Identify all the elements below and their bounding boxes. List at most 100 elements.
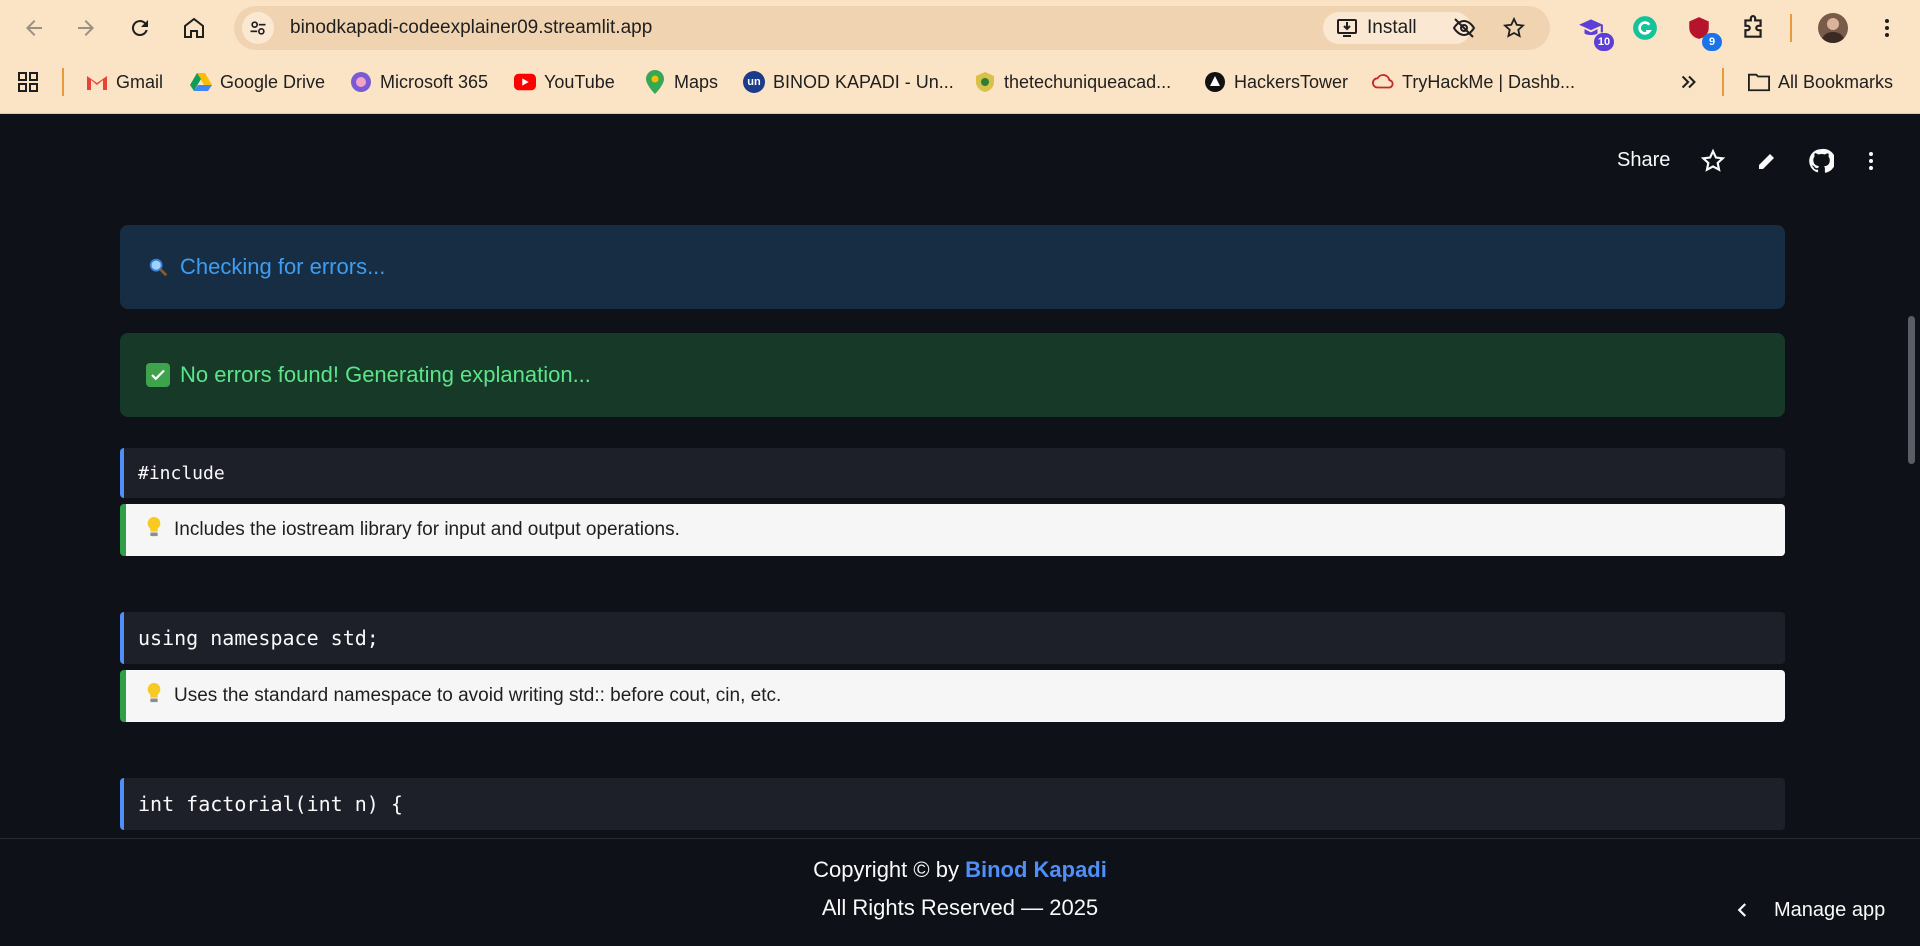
code-line-2: using namespace std;	[120, 612, 1785, 664]
drive-icon	[190, 71, 212, 93]
shield-badge: 9	[1702, 33, 1722, 51]
bookmark-maps[interactable]: Maps	[644, 68, 718, 96]
home-button[interactable]	[178, 12, 210, 44]
more-vert-icon	[1869, 152, 1873, 170]
bookmark-youtube[interactable]: YouTube	[514, 68, 615, 96]
address-bar[interactable]: binodkapadi-codeexplainer09.streamlit.ap…	[234, 6, 1550, 50]
m365-icon	[350, 71, 372, 93]
info-message: Checking for errors...	[180, 254, 386, 279]
tryhackme-icon	[1372, 71, 1394, 93]
apps-grid-icon	[18, 72, 38, 92]
manage-app-label: Manage app	[1774, 898, 1886, 921]
code-line-1: #include	[120, 448, 1785, 498]
app-footer: Copyright © by Binod Kapadi All Rights R…	[0, 838, 1920, 946]
explanation-text: Uses the standard namespace to avoid wri…	[174, 685, 782, 706]
grammarly-icon	[1633, 16, 1657, 40]
bookmark-label: thetechuniqueacad...	[1004, 71, 1172, 92]
success-message: No errors found! Generating explanation.…	[180, 362, 591, 387]
bookmark-label: BINOD KAPADI - Un...	[773, 71, 954, 92]
eye-off-icon[interactable]	[1452, 16, 1476, 40]
explanation-text: Includes the iostream library for input …	[174, 519, 680, 540]
browser-menu-button[interactable]	[1872, 13, 1902, 43]
profile-avatar[interactable]	[1818, 13, 1848, 43]
hackerstower-icon	[1204, 71, 1226, 93]
folder-icon	[1748, 71, 1770, 93]
academy-icon	[974, 71, 996, 93]
site-info-button[interactable]	[242, 12, 274, 44]
favorite-button[interactable]	[1700, 148, 1726, 174]
star-icon	[1700, 148, 1726, 172]
github-button[interactable]	[1808, 148, 1834, 174]
extensions-button[interactable]	[1738, 13, 1768, 43]
classroom-extension-button[interactable]: 10	[1576, 13, 1614, 51]
copyright-line: Copyright © by Binod Kapadi	[0, 857, 1920, 883]
explanation-1: Includes the iostream library for input …	[120, 504, 1785, 556]
bookmark-techunique[interactable]: thetechuniqueacad...	[974, 68, 1171, 96]
edit-button[interactable]	[1754, 148, 1780, 174]
app-menu-button[interactable]	[1858, 148, 1884, 174]
install-app-button[interactable]: Install	[1323, 12, 1471, 44]
bookmark-label: Microsoft 365	[380, 71, 489, 92]
bookmark-microsoft-365[interactable]: Microsoft 365	[350, 68, 488, 96]
bookmark-star-icon[interactable]	[1502, 16, 1526, 40]
puzzle-icon	[1744, 15, 1762, 38]
bookmark-label: Google Drive	[220, 71, 326, 92]
maps-icon	[644, 70, 666, 94]
pencil-icon	[1759, 154, 1774, 169]
toolbar-separator	[1790, 14, 1792, 42]
code-text: #include	[138, 462, 225, 484]
grammarly-extension-button[interactable]	[1630, 13, 1660, 43]
bookmarks-bar: Gmail Google Drive Microsoft 365 YouTube…	[0, 62, 1920, 102]
forward-button[interactable]	[70, 12, 102, 44]
reload-icon	[131, 20, 148, 37]
bookmark-label: HackersTower	[1234, 71, 1349, 92]
more-vert-icon	[1885, 19, 1889, 37]
manage-app-button[interactable]: Manage app	[1698, 880, 1920, 940]
bookmark-binod-kapadi[interactable]: un BINOD KAPADI - Un...	[743, 68, 954, 96]
bookmark-hackerstower[interactable]: HackersTower	[1204, 68, 1348, 96]
apps-button[interactable]	[16, 68, 40, 96]
success-alert: No errors found! Generating explanation.…	[120, 333, 1785, 417]
bookmark-label: YouTube	[544, 71, 615, 92]
shield-extension-button[interactable]: 9	[1684, 13, 1722, 51]
bookmark-label: Maps	[674, 71, 719, 92]
all-bookmarks-button[interactable]: All Bookmarks	[1748, 68, 1893, 96]
url-text[interactable]: binodkapadi-codeexplainer09.streamlit.ap…	[290, 6, 652, 50]
page-scrollbar[interactable]	[1908, 316, 1915, 464]
forward-arrow-icon	[78, 20, 94, 36]
author-link[interactable]: Binod Kapadi	[965, 857, 1107, 882]
browser-toolbar: binodkapadi-codeexplainer09.streamlit.ap…	[0, 0, 1920, 56]
bookmark-google-drive[interactable]: Google Drive	[190, 68, 325, 96]
magnifier-icon	[146, 255, 170, 279]
reload-button[interactable]	[124, 12, 156, 44]
rights-line: All Rights Reserved — 2025	[821, 895, 1099, 920]
all-bookmarks-label: All Bookmarks	[1778, 71, 1894, 92]
youtube-icon	[514, 71, 536, 93]
bookmark-label: TryHackMe | Dashb...	[1402, 71, 1576, 92]
share-button[interactable]: Share	[1617, 136, 1670, 184]
bookmark-label: Gmail	[116, 71, 164, 92]
bookmark-tryhackme[interactable]: TryHackMe | Dashb...	[1372, 68, 1575, 96]
code-text: using namespace std;	[138, 626, 379, 650]
gmail-icon	[86, 71, 108, 93]
more-bookmarks-button[interactable]	[1678, 68, 1700, 96]
home-icon	[184, 17, 204, 38]
bookmarks-separator-right	[1722, 68, 1724, 96]
tune-icon	[250, 21, 266, 35]
bookmark-gmail[interactable]: Gmail	[86, 68, 163, 96]
back-arrow-icon	[26, 20, 42, 36]
lightbulb-icon	[144, 516, 164, 544]
info-alert: Checking for errors...	[120, 225, 1785, 309]
avatar-icon	[1821, 18, 1845, 43]
chevron-left-icon	[1737, 903, 1747, 917]
classroom-badge: 10	[1594, 33, 1614, 51]
back-button[interactable]	[18, 12, 50, 44]
un-icon: un	[743, 71, 765, 93]
explanation-2: Uses the standard namespace to avoid wri…	[120, 670, 1785, 722]
install-label: Install	[1367, 17, 1417, 38]
code-line-3: int factorial(int n) {	[120, 778, 1785, 830]
lightbulb-icon	[144, 682, 164, 710]
copyright-prefix: Copyright © by	[813, 857, 959, 882]
github-icon	[1809, 148, 1834, 173]
bookmarks-separator	[62, 68, 64, 96]
